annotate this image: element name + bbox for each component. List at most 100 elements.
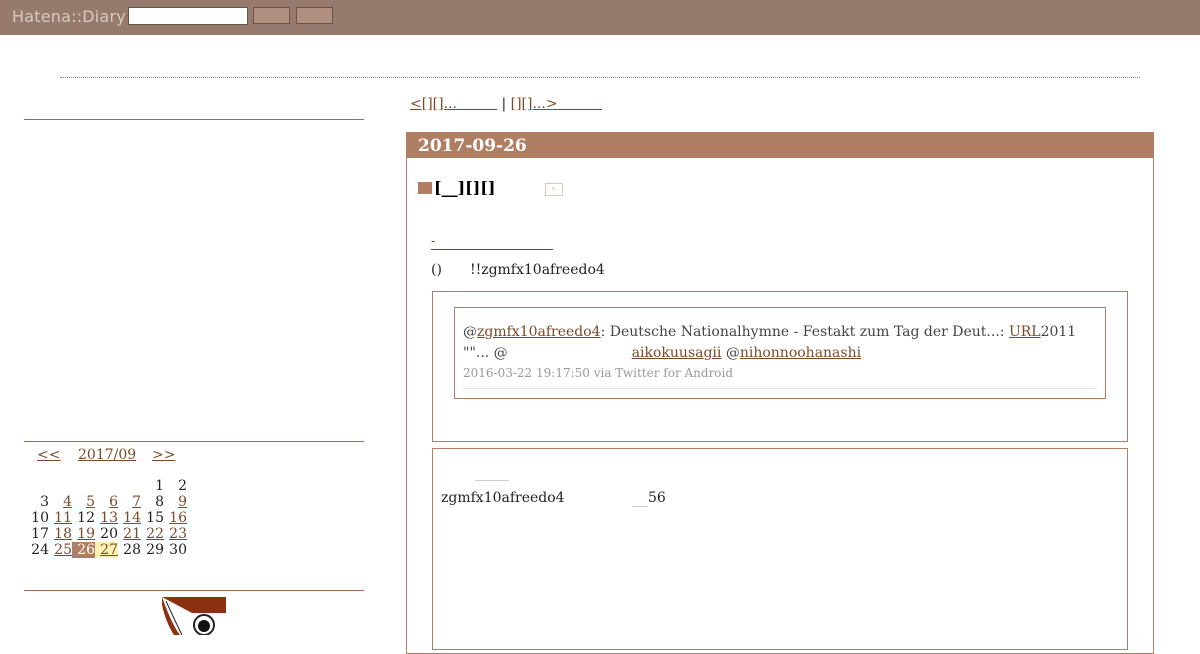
calendar-day-label: 17 [31,526,49,542]
sidebar-divider [24,590,364,591]
calendar-week: 17 18 19 20 21 22 23 [26,526,187,542]
calendar-day: 3 [26,494,49,510]
calendar-day-link[interactable]: 21 [123,526,141,542]
mention-link-aikokuusagii[interactable]: aikokuusagii [632,345,722,361]
day-date[interactable]: 2017-09-26 [418,136,527,156]
tweet-text: @zgmfx10afreedo4: Deutsche Nationalhymne… [463,324,1077,340]
calendar-week: 10 11 12 13 14 15 16 [26,510,187,526]
sidebar-divider [24,441,364,442]
calendar-day: 25 [49,542,72,558]
calendar-day [49,478,72,494]
calendar-day: 13 [95,510,118,526]
calendar-day: 24 [26,542,49,558]
calendar-day-link[interactable]: 23 [169,526,187,542]
tweet-user-link[interactable]: zgmfx10afreedo4 [477,324,601,340]
next-day-link[interactable]: [][]...> [511,96,602,112]
calendar-day-link[interactable]: 16 [169,510,187,526]
calendar-month-link[interactable]: 2017/09 [78,447,136,463]
calendar-day-link[interactable]: 9 [178,494,187,510]
calendar-day: 9 [164,494,187,510]
calendar-day [72,478,95,494]
calendar-day: 21 [118,526,141,542]
calendar-day: 26 [72,542,95,558]
calendar-day-label: 20 [100,526,118,542]
calendar-day: 10 [26,510,49,526]
calendar-day-link[interactable]: 5 [86,494,95,510]
calendar-day: 28 [118,542,141,558]
calendar-day-label: 1 [155,478,164,494]
calendar-day: 22 [141,526,164,542]
calendar-day-link[interactable]: 19 [77,526,95,542]
calendar-day-link[interactable]: 7 [132,494,141,510]
calendar-day-link[interactable]: 18 [54,526,72,542]
calendar-day-link[interactable]: 13 [100,510,118,526]
day-entry: 2017-09-26 [__][][] ✎ - () !!zgmfx10afree… [406,132,1154,654]
section-square-icon[interactable] [418,182,432,194]
calendar-day: 19 [72,526,95,542]
calendar-day-label: 12 [77,510,95,526]
dotted-divider [60,77,1140,78]
entry-line: () !!zgmfx10afreedo4 [431,262,605,278]
calendar-day-link[interactable]: 4 [63,494,72,510]
calendar-day: 15 [141,510,164,526]
calendar-table: 1 2 3 4 5 6 7 8 9 10 11 12 13 14 15 16 17 18 19 20 21 22 23 24 2… [26,478,187,558]
calendar-day-link[interactable]: 22 [146,526,164,542]
calendar-day: 16 [164,510,187,526]
calendar-day-link[interactable]: 6 [109,494,118,510]
calendar-day [118,478,141,494]
day-header: 2017-09-26 [407,133,1153,158]
tweet-meta[interactable]: 2016-03-22 19:17:50 via Twitter for Andr… [463,366,733,380]
calendar-day-label: 2 [178,478,187,494]
calendar-day: 20 [95,526,118,542]
search-button[interactable] [253,7,290,24]
content-underline [632,506,648,507]
calendar-day: 6 [95,494,118,510]
calendar-day-link[interactable]: 25 [54,542,72,558]
calendar-day-label: 29 [146,542,164,558]
calendar-day-link[interactable]: 26 [77,542,95,558]
mention-link-nihonnoohanashi[interactable]: nihonnoohanashi [740,345,861,361]
calendar-day-link[interactable]: 14 [123,510,141,526]
calendar-day-link[interactable]: 11 [54,510,72,526]
tweet-url-link[interactable]: URL [1009,324,1041,340]
calendar-prev-link[interactable]: << [37,447,60,463]
calendar-day-link[interactable]: 27 [100,542,118,558]
calendar-week: 12 [26,478,187,494]
calendar-day: 18 [49,526,72,542]
calendar-day [95,478,118,494]
mascot-image [162,595,226,635]
edit-icon[interactable]: ✎ [545,183,563,196]
tweet-divider [463,388,1097,389]
calendar-day: 11 [49,510,72,526]
section-title: [__][][] [434,178,496,197]
calendar-day-label: 8 [155,494,164,510]
content-rule [475,480,509,481]
calendar-week: 24 25 26 27 28 29 30 [26,542,187,558]
calendar-day: 12 [72,510,95,526]
search-input[interactable] [128,7,248,25]
calendar-day: 17 [26,526,49,542]
calendar-day: 23 [164,526,187,542]
header-action-button[interactable] [296,7,333,24]
section-link[interactable]: - [431,234,553,250]
calendar-day: 5 [72,494,95,510]
calendar-day: 8 [141,494,164,510]
calendar-day-label: 15 [146,510,164,526]
calendar-day: 14 [118,510,141,526]
tweet-card: @zgmfx10afreedo4: Deutsche Nationalhymne… [454,307,1106,399]
calendar-day: 27 [95,542,118,558]
calendar-day [26,478,49,494]
prev-day-link[interactable]: <[][]... [410,96,497,112]
calendar-week: 3456789 [26,494,187,510]
pager-separator: | [497,96,511,112]
site-logo[interactable]: Hatena::Diary [12,7,126,26]
tweet-text-line2: ""... @ aikokuusagii @nihonnoohanashi [463,345,862,361]
header-bar: Hatena::Diary [0,0,1200,35]
calendar-day-label: 28 [123,542,141,558]
calendar-day: 1 [141,478,164,494]
calendar-day-label: 30 [169,542,187,558]
calendar-day: 7 [118,494,141,510]
calendar-next-link[interactable]: >> [152,447,175,463]
content-number: 56 [648,490,666,506]
calendar-day-label: 3 [40,494,49,510]
